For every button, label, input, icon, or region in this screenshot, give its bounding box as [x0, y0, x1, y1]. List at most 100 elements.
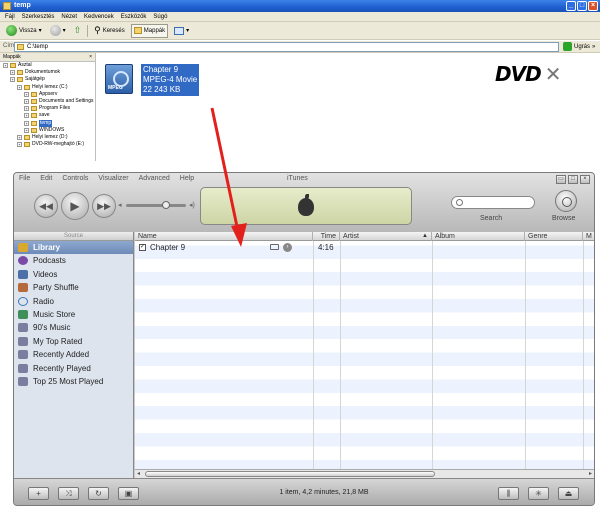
itunes-maximize-button[interactable]: □: [568, 175, 578, 184]
tree-item[interactable]: + Asztal: [0, 62, 95, 69]
tree-item-label: Helyi lemez (C:): [32, 83, 68, 90]
visualizer-button[interactable]: ✳: [528, 487, 549, 500]
tree-item[interactable]: + Appserv: [0, 91, 95, 98]
track-row[interactable]: ✓ Chapter 9 › 4:16: [135, 241, 594, 254]
source-item-label: Recently Added: [33, 350, 90, 360]
search-label: Search: [480, 215, 503, 222]
tree-item[interactable]: + Documents and Settings: [0, 98, 95, 105]
file-type: MPEG-4 Movie: [143, 75, 198, 84]
search-button[interactable]: ⚲ Keresés: [92, 24, 127, 38]
expand-icon[interactable]: +: [24, 99, 29, 105]
tree-item[interactable]: + Sajátgép: [0, 76, 95, 83]
tree-item[interactable]: + Dokumentumok: [0, 69, 95, 76]
tree-item[interactable]: + save: [0, 112, 95, 119]
itunes-menu-advanced[interactable]: Advanced: [139, 175, 170, 182]
tree-item[interactable]: + Program Files: [0, 105, 95, 112]
forward-button[interactable]: ▾: [48, 24, 68, 38]
tree-item[interactable]: + Helyi lemez (D:): [0, 134, 95, 141]
tree-item[interactable]: + Helyi lemez (C:): [0, 84, 95, 91]
source-item[interactable]: My Top Rated: [14, 335, 133, 348]
itunes-menu-visualizer[interactable]: Visualizer: [98, 175, 128, 182]
source-item[interactable]: Podcasts: [14, 254, 133, 267]
play-button[interactable]: ▶: [61, 192, 89, 220]
menu-view[interactable]: Nézet: [61, 12, 77, 21]
search-input[interactable]: [451, 196, 535, 209]
expand-icon[interactable]: +: [24, 106, 29, 112]
column-time[interactable]: Time: [313, 232, 340, 241]
artwork-button[interactable]: ▣: [118, 487, 139, 500]
folders-button[interactable]: Mappák: [130, 23, 169, 38]
expand-icon[interactable]: +: [24, 120, 29, 126]
track-checkbox[interactable]: ✓: [139, 244, 146, 251]
itunes-mini-button[interactable]: ▭: [556, 175, 566, 184]
expand-icon[interactable]: +: [17, 142, 22, 148]
source-item[interactable]: Recently Played: [14, 362, 133, 375]
expand-icon[interactable]: +: [3, 63, 8, 69]
browse-button[interactable]: [555, 190, 577, 212]
column-genre[interactable]: Genre: [525, 232, 583, 241]
close-button[interactable]: ×: [588, 1, 598, 11]
itunes-menu-controls[interactable]: Controls: [62, 175, 88, 182]
expand-icon[interactable]: +: [17, 84, 22, 90]
tree-item[interactable]: + temp: [0, 119, 95, 127]
source-item[interactable]: Top 25 Most Played: [14, 375, 133, 388]
source-item[interactable]: Recently Added: [14, 348, 133, 361]
column-more[interactable]: M: [583, 232, 594, 241]
source-item[interactable]: Videos: [14, 268, 133, 281]
maximize-button[interactable]: □: [577, 1, 587, 11]
repeat-button[interactable]: ↻: [88, 487, 109, 500]
shuffle-button[interactable]: ⤨: [58, 487, 79, 500]
menu-edit[interactable]: Szerkesztés: [22, 12, 55, 21]
scroll-right-icon[interactable]: ▸: [589, 470, 592, 477]
itunes-menu-help[interactable]: Help: [180, 175, 194, 182]
column-artist[interactable]: Artist ▲: [340, 232, 432, 241]
scrollbar-thumb[interactable]: [145, 471, 435, 477]
menu-favorites[interactable]: Kedvencek: [84, 12, 114, 21]
up-folder-button[interactable]: ⇧: [72, 24, 84, 38]
previous-button[interactable]: ◀◀: [34, 194, 58, 218]
column-album[interactable]: Album: [432, 232, 525, 241]
source-item[interactable]: Radio: [14, 295, 133, 308]
volume-low-icon: ◂: [118, 202, 122, 209]
back-button[interactable]: Vissza ▾: [4, 24, 44, 38]
tree-item[interactable]: + DVD-RW-meghajtó (E:): [0, 141, 95, 148]
source-item[interactable]: Party Shuffle: [14, 281, 133, 294]
expand-icon[interactable]: +: [17, 134, 22, 140]
folder-icon: [17, 70, 23, 76]
itunes-close-button[interactable]: ×: [580, 175, 590, 184]
tree-item-label: Sajátgép: [25, 76, 45, 83]
menu-file[interactable]: Fájl: [5, 12, 15, 21]
source-item[interactable]: Library: [14, 241, 133, 255]
expand-icon[interactable]: +: [10, 77, 15, 83]
go-button[interactable]: Ugrás »: [563, 42, 595, 51]
itunes-menu-edit[interactable]: Edit: [40, 175, 52, 182]
views-button[interactable]: ▾: [172, 24, 191, 38]
column-name[interactable]: Name: [135, 232, 313, 241]
source-item-label: Library: [33, 243, 61, 252]
eject-button[interactable]: ⏏: [558, 487, 579, 500]
itunes-menu-file[interactable]: File: [19, 175, 30, 182]
expand-icon[interactable]: +: [24, 127, 29, 133]
next-button[interactable]: ▶▶: [92, 194, 116, 218]
address-input[interactable]: C:\temp: [14, 42, 559, 52]
minimize-button[interactable]: _: [566, 1, 576, 11]
tree-item[interactable]: + WINDOWS: [0, 127, 95, 134]
links-chevron[interactable]: »: [592, 44, 595, 50]
horizontal-scrollbar[interactable]: ◂ ▸: [135, 469, 594, 478]
expand-icon[interactable]: +: [24, 113, 29, 119]
menu-help[interactable]: Súgó: [153, 12, 167, 21]
menu-tools[interactable]: Eszközök: [121, 12, 147, 21]
file-chapter-9[interactable]: MPEG Chapter 9 MPEG-4 Movie 22 243 KB: [105, 62, 200, 96]
expand-icon[interactable]: +: [10, 70, 15, 76]
expand-icon[interactable]: +: [24, 91, 29, 97]
add-playlist-button[interactable]: +: [28, 487, 49, 500]
volume-slider[interactable]: [126, 201, 186, 209]
scroll-left-icon[interactable]: ◂: [137, 470, 140, 477]
source-item[interactable]: Music Store: [14, 308, 133, 321]
volume-knob[interactable]: [162, 201, 171, 209]
equalizer-button[interactable]: ⫼: [498, 487, 519, 500]
store-link-arrow-icon[interactable]: ›: [283, 243, 292, 252]
source-item[interactable]: 90's Music: [14, 321, 133, 334]
explorer-menubar: Fájl Szerkesztés Nézet Kedvencek Eszközö…: [0, 12, 600, 22]
close-icon[interactable]: ×: [89, 53, 92, 62]
